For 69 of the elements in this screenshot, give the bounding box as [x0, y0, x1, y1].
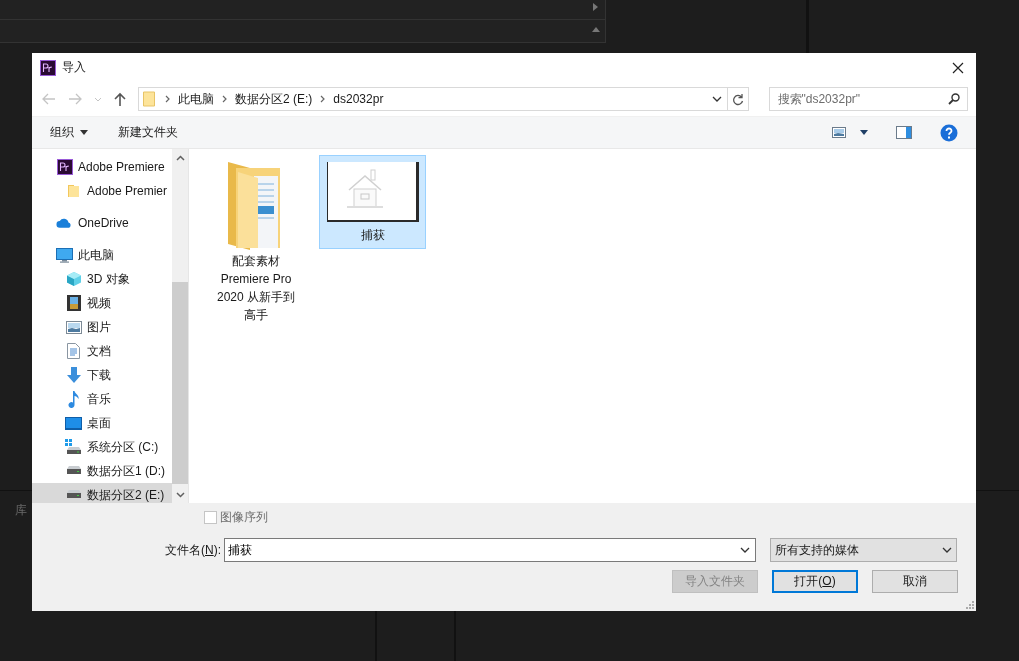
file-type-dropdown[interactable]: 所有支持的媒体	[770, 538, 957, 562]
file-name-label: 文件名(N):	[164, 541, 222, 559]
sidebar-item[interactable]: 3D 对象	[32, 267, 172, 291]
address-bar[interactable]: 此电脑 数据分区2 (E:) ds2032pr	[138, 87, 749, 111]
resize-grip-icon[interactable]	[966, 601, 974, 609]
sidebar-item[interactable]: OneDrive	[32, 211, 172, 235]
chevron-down-icon	[942, 547, 952, 553]
image-icon	[65, 320, 82, 334]
caret-icon	[80, 130, 88, 135]
sidebar-item[interactable]: 此电脑	[32, 243, 172, 267]
help-icon[interactable]	[940, 123, 958, 142]
film-icon	[66, 295, 81, 311]
file-item[interactable]: 捕获	[319, 155, 426, 249]
file-name: 捕获	[360, 227, 385, 244]
down-arrow-icon	[65, 367, 82, 383]
search-icon[interactable]	[948, 93, 960, 105]
caret-icon[interactable]	[860, 130, 868, 135]
chevron-right-icon	[165, 95, 170, 103]
desktop-icon	[65, 416, 82, 430]
organize-menu[interactable]: 组织	[50, 124, 88, 141]
chevron-down-icon	[740, 547, 750, 553]
sidebar-item[interactable]: 音乐	[32, 387, 172, 411]
breadcrumb[interactable]: 此电脑	[178, 90, 214, 108]
refresh-icon[interactable]	[731, 92, 744, 106]
sidebar-item[interactable]: 下载	[32, 363, 172, 387]
sidebar-item[interactable]: 桌面	[32, 411, 172, 435]
cube-icon	[65, 271, 82, 287]
document-icon	[67, 343, 80, 359]
folder-icon	[65, 183, 82, 199]
dialog-button[interactable]: 打开(O)	[772, 570, 858, 593]
scroll-down-icon[interactable]	[175, 491, 185, 498]
premiere-icon	[40, 59, 56, 76]
checkbox-label: 图像序列	[220, 509, 268, 526]
chevron-right-icon	[320, 95, 326, 103]
sidebar-item[interactable]: 数据分区1 (D:)	[32, 459, 172, 483]
file-name: 配套素材 Premiere Pro 2020 从新手到高手	[216, 253, 296, 324]
up-arrow-icon[interactable]	[112, 92, 128, 106]
chevron-right-icon	[222, 95, 227, 103]
chevron-down-icon	[711, 96, 722, 102]
folder-icon	[143, 91, 157, 107]
cloud-icon	[56, 217, 73, 229]
drive-icon	[65, 490, 82, 500]
sidebar-item[interactable]: 图片	[32, 315, 172, 339]
scrollbar[interactable]	[172, 149, 188, 503]
dialog-button[interactable]: 取消	[872, 570, 958, 593]
sidebar-item[interactable]: Adobe Premier	[32, 179, 172, 203]
drive-icon	[65, 439, 82, 455]
sidebar-item[interactable]: Adobe Premiere	[32, 155, 172, 179]
drive-icon	[65, 466, 82, 476]
file-name-field[interactable]: 捕获	[224, 538, 756, 562]
window-title: 导入	[62, 59, 87, 76]
music-note-icon	[67, 390, 80, 408]
search-field[interactable]: 搜索"ds2032pr"	[768, 87, 968, 111]
view-icon[interactable]	[832, 127, 846, 138]
sidebar-item[interactable]: 视频	[32, 291, 172, 315]
panel-label: 库	[15, 502, 27, 519]
breadcrumb[interactable]: 数据分区2 (E:)	[235, 90, 313, 108]
sidebar-item[interactable]: 文档	[32, 339, 172, 363]
file-item[interactable]: 配套素材 Premiere Pro 2020 从新手到高手	[209, 155, 303, 329]
new-folder-button[interactable]: 新建文件夹	[118, 124, 178, 141]
sidebar-item[interactable]: 系统分区 (C:)	[32, 435, 172, 459]
sidebar-item[interactable]: 数据分区2 (E:)	[32, 483, 172, 503]
premiere-icon	[56, 159, 73, 175]
right-triangle-icon[interactable]	[593, 3, 598, 11]
monitor-icon	[56, 247, 73, 263]
scroll-up-icon[interactable]	[175, 154, 185, 161]
breadcrumb[interactable]: ds2032pr	[333, 92, 384, 106]
preview-pane-icon[interactable]	[896, 126, 912, 139]
up-triangle-icon[interactable]	[592, 27, 600, 32]
